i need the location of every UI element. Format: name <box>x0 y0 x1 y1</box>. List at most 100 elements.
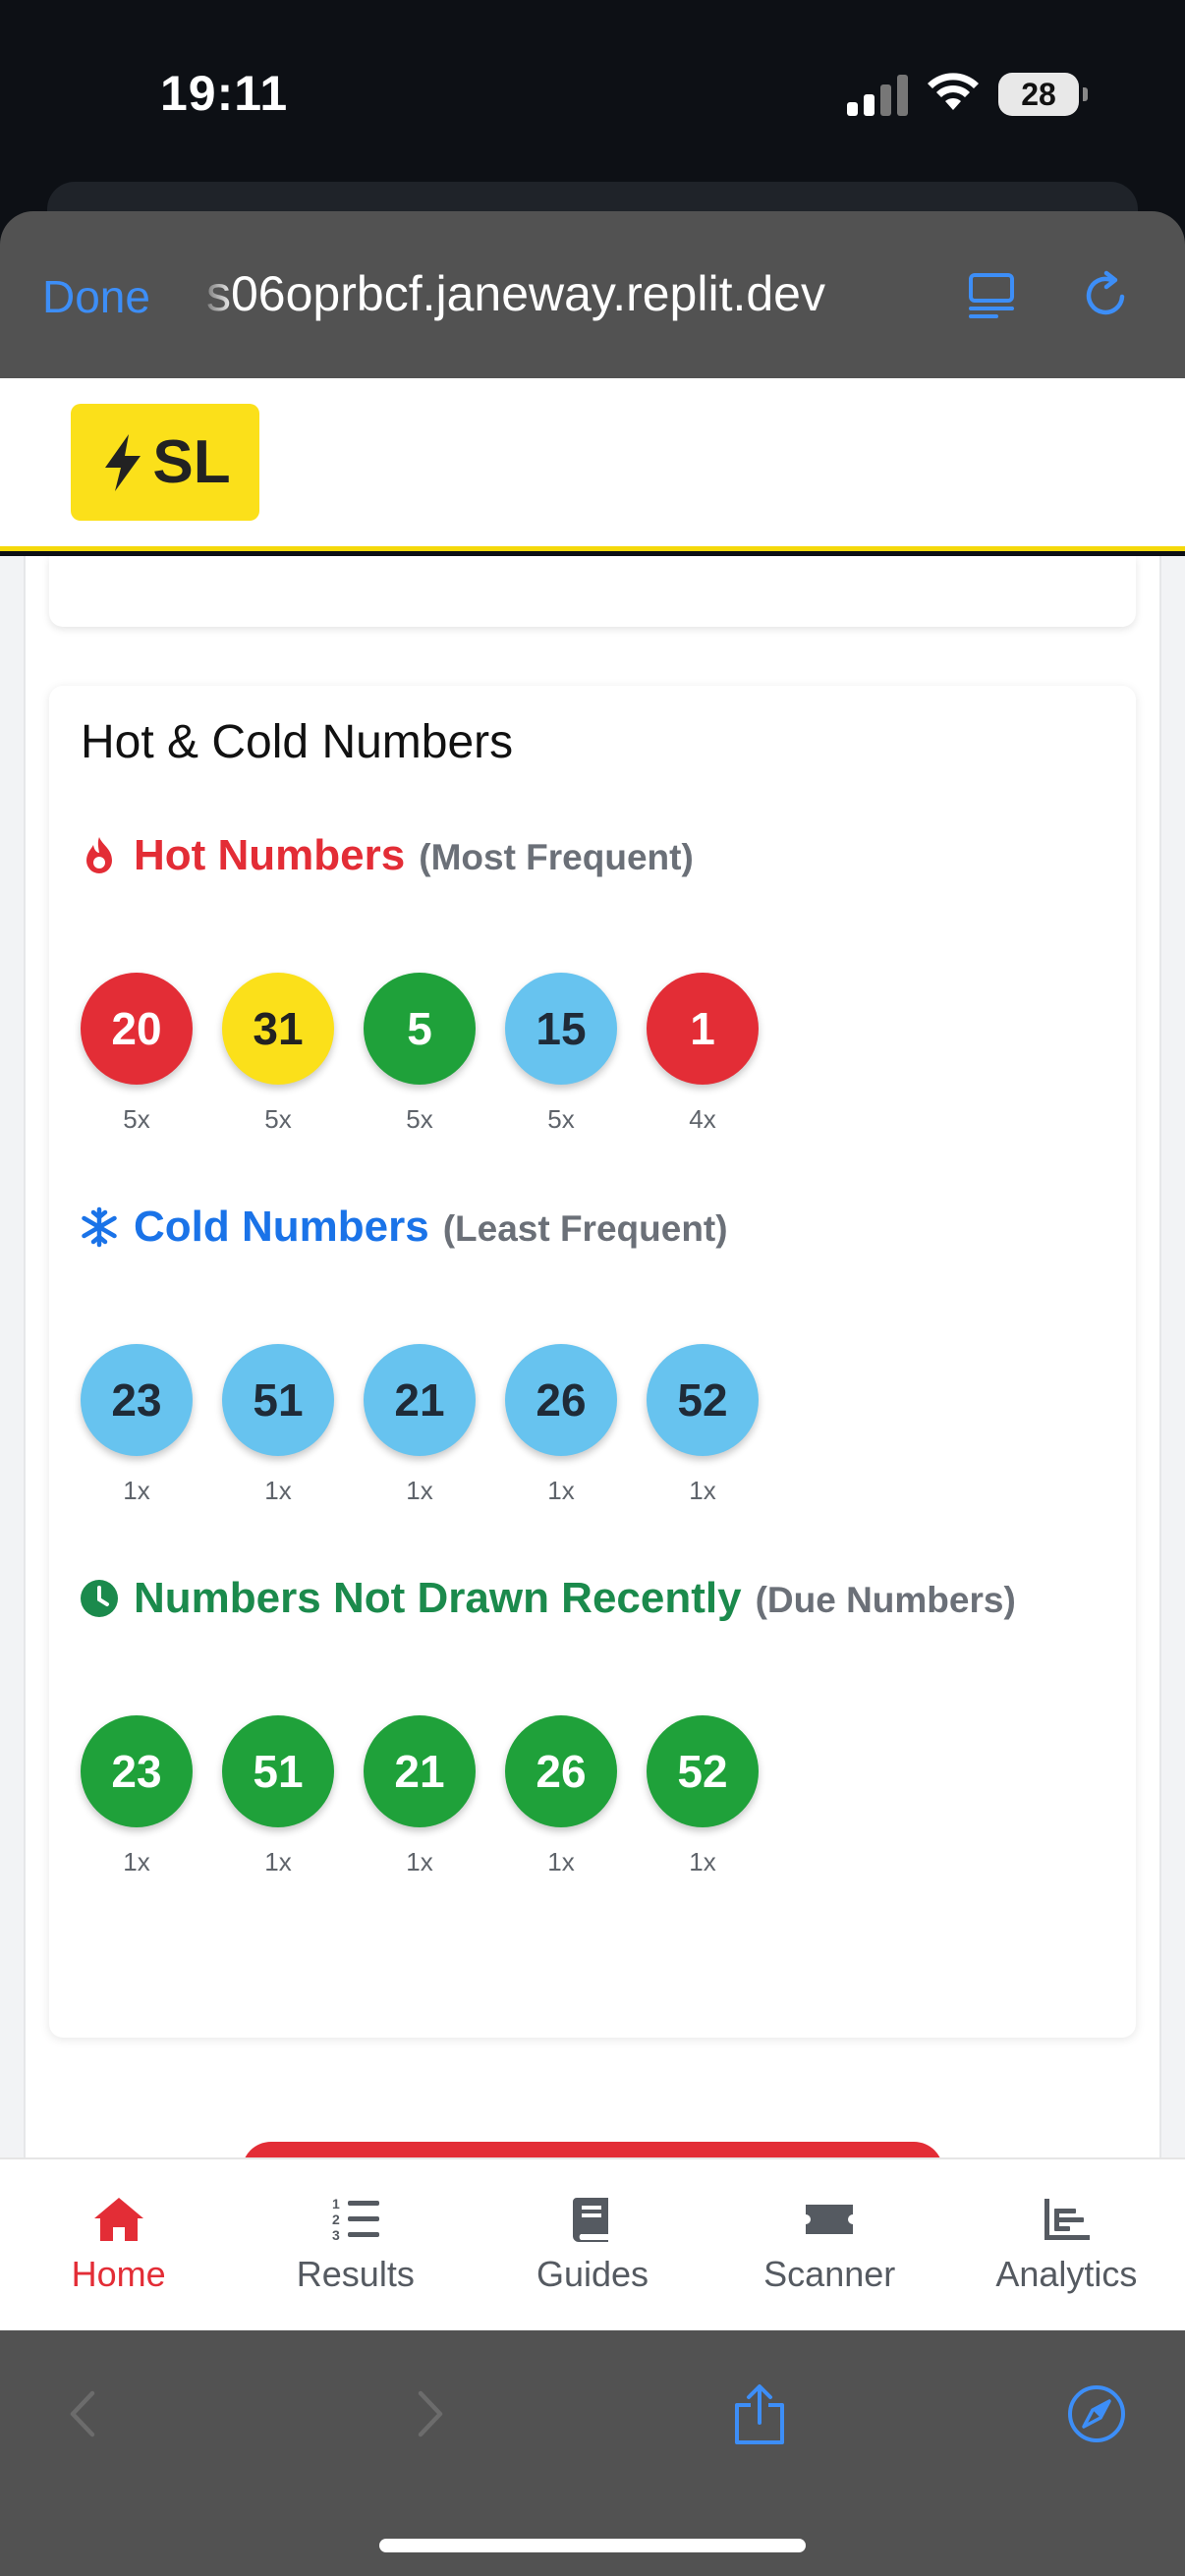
back-icon[interactable] <box>55 2383 116 2444</box>
svg-text:2: 2 <box>332 2212 340 2227</box>
draw-count: 1x <box>406 1476 433 1505</box>
number-ball-item: 1 4x <box>647 973 759 1135</box>
number-ball-item: 51 1x <box>222 1344 334 1506</box>
ticket-icon <box>806 2205 854 2234</box>
main-content[interactable]: Hot & Cold Numbers Hot Numbers (Most Fre… <box>0 556 1185 2157</box>
tab-label: Analytics <box>995 2254 1138 2294</box>
number-ball[interactable]: 23 <box>81 1344 193 1456</box>
draw-count: 5x <box>547 1104 575 1134</box>
draw-count: 1x <box>547 1476 575 1505</box>
tab-home[interactable]: Home <box>0 2159 237 2330</box>
tab-label: Home <box>71 2254 166 2294</box>
cellular-signal-icon <box>847 73 908 116</box>
hot-numbers-title: Hot Numbers <box>134 831 406 879</box>
cold-numbers-subtitle: (Least Frequent) <box>442 1208 728 1249</box>
number-ball-item: 26 1x <box>505 1344 617 1506</box>
due-numbers-list: 23 1x 51 1x 21 1x 26 1x 52 1x <box>81 1715 759 1877</box>
action-button[interactable] <box>242 2142 943 2157</box>
number-ball-item: 5 5x <box>364 973 476 1135</box>
tab-label: Guides <box>536 2254 649 2294</box>
status-time: 19:11 <box>160 66 289 121</box>
draw-count: 4x <box>689 1104 716 1134</box>
card-title: Hot & Cold Numbers <box>81 716 514 768</box>
number-ball[interactable]: 5 <box>364 973 476 1085</box>
number-ball-item: 52 1x <box>647 1715 759 1877</box>
cold-numbers-header: Cold Numbers (Least Frequent) <box>79 1203 728 1252</box>
home-indicator <box>379 2539 806 2552</box>
number-ball[interactable]: 51 <box>222 1715 334 1827</box>
fire-icon <box>86 837 112 873</box>
tab-label: Results <box>296 2254 415 2294</box>
number-ball[interactable]: 23 <box>81 1715 193 1827</box>
draw-count: 5x <box>264 1104 292 1134</box>
due-numbers-header: Numbers Not Drawn Recently (Due Numbers) <box>79 1574 1016 1623</box>
home-icon <box>93 2198 143 2241</box>
number-ball-item: 21 1x <box>364 1344 476 1506</box>
done-button[interactable]: Done <box>42 270 150 323</box>
number-ball[interactable]: 21 <box>364 1715 476 1827</box>
clock-icon <box>81 1580 118 1617</box>
number-ball-item: 23 1x <box>81 1715 193 1877</box>
bottom-tab-bar: Home 1 2 3 Results Guides Scanner Analyt… <box>0 2157 1185 2330</box>
number-ball[interactable]: 26 <box>505 1344 617 1456</box>
ordered-list-icon: 1 2 3 <box>332 2196 379 2243</box>
hot-numbers-header: Hot Numbers (Most Frequent) <box>79 831 694 880</box>
tab-results[interactable]: 1 2 3 Results <box>237 2159 474 2330</box>
cold-numbers-title: Cold Numbers <box>134 1203 429 1251</box>
draw-count: 1x <box>123 1476 150 1505</box>
compass-icon[interactable] <box>1066 2383 1127 2444</box>
tab-guides[interactable]: Guides <box>474 2159 710 2330</box>
book-icon <box>573 2198 608 2242</box>
due-numbers-title: Numbers Not Drawn Recently <box>134 1574 742 1622</box>
number-ball[interactable]: 52 <box>647 1344 759 1456</box>
svg-text:1: 1 <box>332 2196 340 2212</box>
number-ball[interactable]: 15 <box>505 973 617 1085</box>
draw-count: 1x <box>123 1847 150 1876</box>
hot-numbers-list: 20 5x 31 5x 5 5x 15 5x 1 4x <box>81 973 759 1135</box>
logo-text: SL <box>152 428 231 496</box>
forward-icon[interactable] <box>397 2383 458 2444</box>
draw-count: 1x <box>406 1847 433 1876</box>
due-numbers-subtitle: (Due Numbers) <box>755 1580 1016 1620</box>
draw-count: 1x <box>264 1476 292 1505</box>
draw-count: 1x <box>264 1847 292 1876</box>
hot-numbers-subtitle: (Most Frequent) <box>419 837 694 877</box>
share-icon[interactable] <box>729 2383 790 2444</box>
number-ball[interactable]: 31 <box>222 973 334 1085</box>
app-logo[interactable]: SL <box>71 404 259 521</box>
number-ball[interactable]: 26 <box>505 1715 617 1827</box>
draw-count: 1x <box>689 1847 716 1876</box>
number-ball-item: 52 1x <box>647 1344 759 1506</box>
tab-label: Scanner <box>763 2254 896 2294</box>
cold-numbers-list: 23 1x 51 1x 21 1x 26 1x 52 1x <box>81 1344 759 1506</box>
draw-count: 1x <box>547 1847 575 1876</box>
number-ball[interactable]: 52 <box>647 1715 759 1827</box>
hot-cold-card: Hot & Cold Numbers Hot Numbers (Most Fre… <box>49 686 1136 2038</box>
draw-count: 5x <box>406 1104 433 1134</box>
number-ball-item: 20 5x <box>81 973 193 1135</box>
number-ball[interactable]: 20 <box>81 973 193 1085</box>
number-ball-item: 51 1x <box>222 1715 334 1877</box>
url-field[interactable]: s06oprbcf.janeway.replit.dev <box>206 265 924 322</box>
status-bar: 19:11 28 <box>0 0 1185 196</box>
number-ball-item: 15 5x <box>505 973 617 1135</box>
previous-card <box>49 556 1136 627</box>
number-ball-item: 31 5x <box>222 973 334 1135</box>
number-ball-item: 26 1x <box>505 1715 617 1877</box>
wifi-icon <box>928 73 979 110</box>
number-ball[interactable]: 51 <box>222 1344 334 1456</box>
draw-count: 1x <box>689 1476 716 1505</box>
tab-analytics[interactable]: Analytics <box>948 2159 1185 2330</box>
draw-count: 5x <box>123 1104 150 1134</box>
number-ball-item: 21 1x <box>364 1715 476 1877</box>
lightning-icon <box>105 433 141 491</box>
bar-chart-icon <box>1044 2199 1091 2240</box>
tab-scanner[interactable]: Scanner <box>711 2159 948 2330</box>
reader-mode-icon[interactable] <box>967 267 1016 322</box>
reload-icon[interactable] <box>1079 267 1134 322</box>
snowflake-icon <box>82 1206 117 1248</box>
svg-text:3: 3 <box>332 2227 340 2243</box>
number-ball[interactable]: 21 <box>364 1344 476 1456</box>
number-ball-item: 23 1x <box>81 1344 193 1506</box>
number-ball[interactable]: 1 <box>647 973 759 1085</box>
